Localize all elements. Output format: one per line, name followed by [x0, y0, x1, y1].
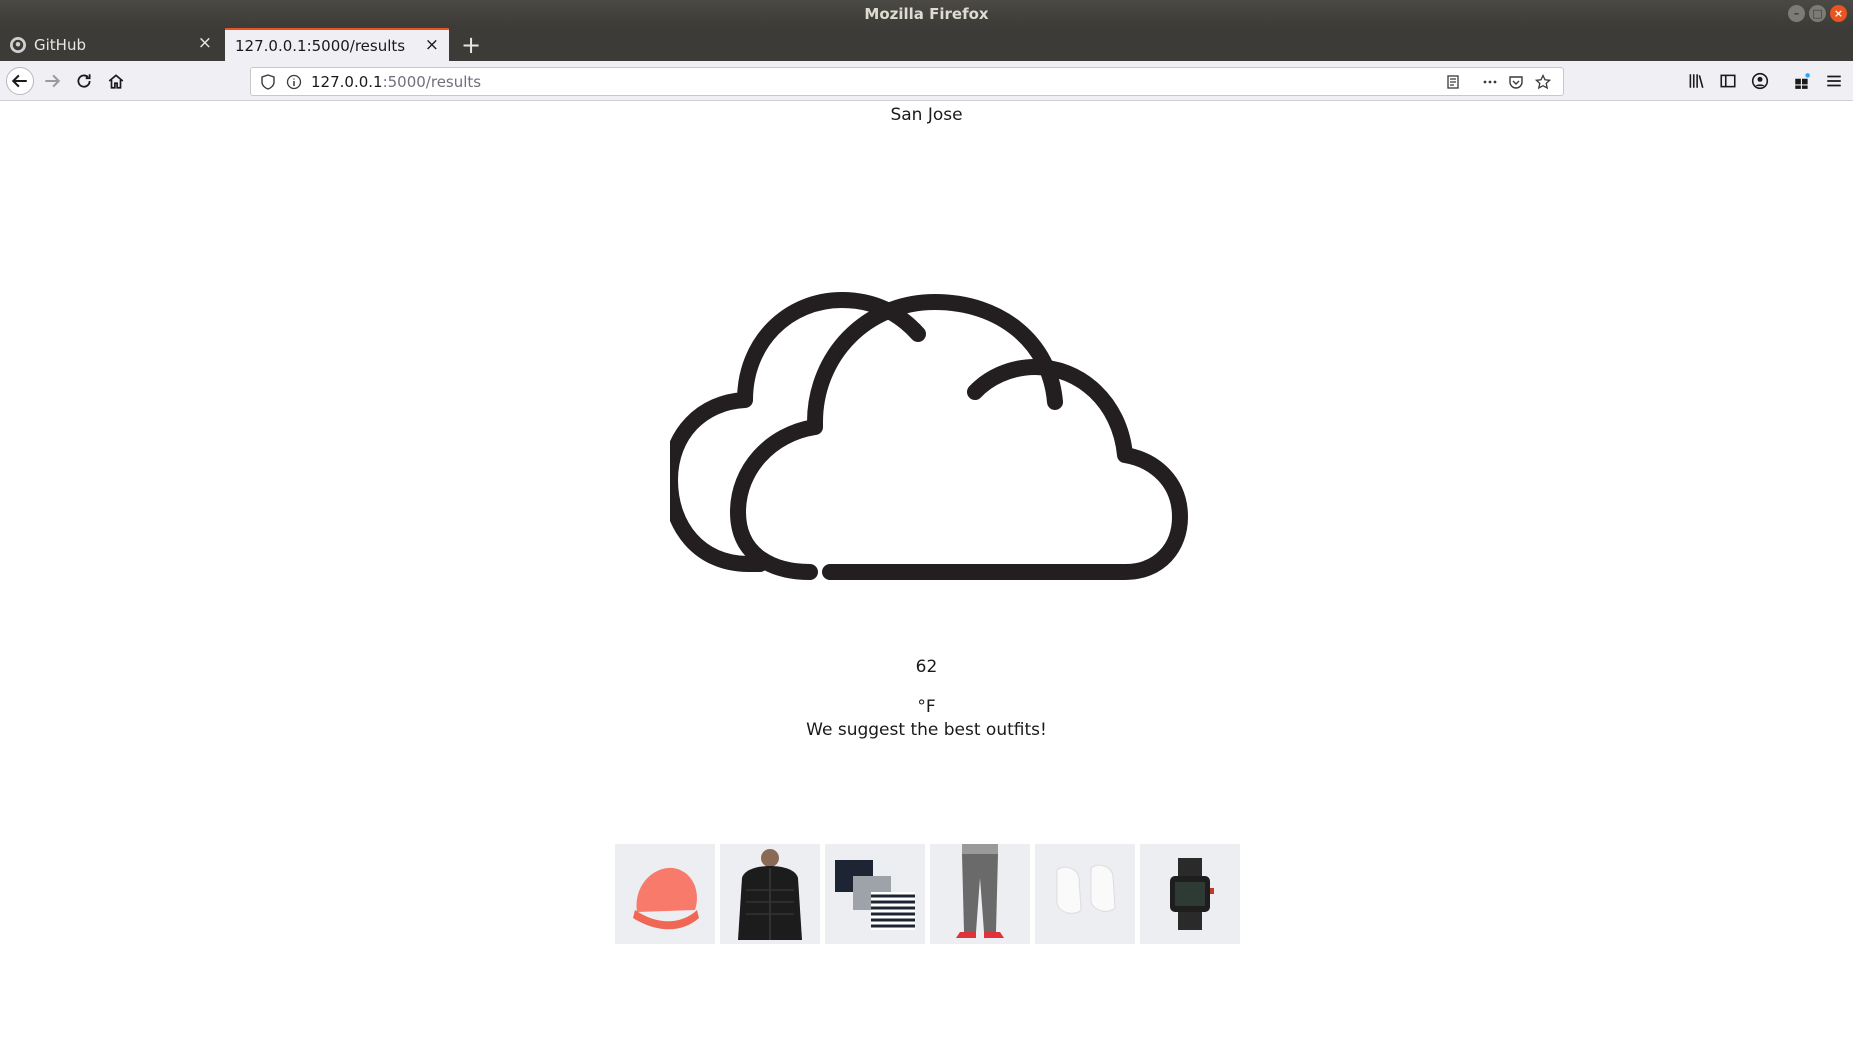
extensions-icon	[1795, 73, 1810, 89]
library-icon	[1689, 74, 1704, 88]
arrow-right-icon	[45, 74, 61, 88]
cloudy-icon	[670, 292, 1188, 580]
close-window-button[interactable]: ×	[1830, 5, 1847, 22]
outfit-sneakers[interactable]	[1035, 844, 1135, 944]
home-icon	[108, 74, 124, 89]
outfit-jacket[interactable]	[720, 844, 820, 944]
window-controls: – □ ×	[1788, 5, 1847, 22]
tshirt-stack-icon	[835, 860, 915, 930]
url-text[interactable]: 127.0.0.1:5000/results	[311, 73, 481, 91]
tab-github[interactable]: GitHub ×	[0, 28, 222, 61]
window-titlebar: Mozilla Firefox – □ ×	[0, 0, 1853, 28]
bookmark-star-icon[interactable]	[1534, 73, 1552, 91]
account-icon	[1751, 72, 1769, 90]
sidebar-icon	[1720, 74, 1736, 88]
new-tab-button[interactable]: +	[456, 28, 486, 61]
reader-view-icon[interactable]	[1444, 73, 1462, 91]
window-title: Mozilla Firefox	[864, 5, 989, 23]
outfit-tshirts[interactable]	[825, 844, 925, 944]
reload-icon	[77, 74, 91, 88]
sidebar-button[interactable]	[1714, 67, 1742, 95]
extensions-button[interactable]	[1788, 67, 1816, 95]
hamburger-menu-icon	[1827, 75, 1841, 87]
tab-label: GitHub	[34, 35, 86, 54]
outfit-list	[615, 844, 1240, 944]
tab-strip: GitHub × 127.0.0.1:5000/results × +	[0, 28, 1853, 61]
url-bar[interactable]: 127.0.0.1:5000/results	[250, 67, 1564, 96]
watch-icon	[1170, 858, 1214, 930]
close-tab-icon[interactable]: ×	[198, 35, 212, 52]
minimize-button[interactable]: –	[1788, 5, 1805, 22]
more-actions-icon[interactable]	[1481, 73, 1499, 91]
shield-icon[interactable]	[259, 73, 277, 91]
navigation-toolbar: 127.0.0.1:5000/results	[0, 61, 1853, 101]
pants-icon	[956, 844, 1004, 938]
github-icon	[10, 36, 26, 53]
outfit-beanie[interactable]	[615, 844, 715, 944]
info-icon[interactable]	[285, 73, 303, 91]
library-button[interactable]	[1682, 67, 1710, 95]
home-button[interactable]	[102, 67, 130, 95]
forward-button[interactable]	[38, 67, 66, 95]
url-host: 127.0.0.1	[311, 73, 383, 91]
suggestion-text: We suggest the best outfits!	[806, 720, 1047, 740]
close-tab-icon[interactable]: ×	[425, 37, 439, 54]
back-button[interactable]	[6, 67, 34, 95]
temperature-value: 62	[915, 657, 938, 677]
tab-label: 127.0.0.1:5000/results	[235, 36, 406, 55]
maximize-button[interactable]: □	[1809, 5, 1826, 22]
pocket-icon[interactable]	[1507, 73, 1525, 91]
jacket-icon	[738, 849, 802, 940]
beanie-icon	[633, 867, 699, 930]
tab-results[interactable]: 127.0.0.1:5000/results ×	[225, 28, 449, 61]
sneakers-icon	[1056, 864, 1116, 914]
reload-button[interactable]	[70, 67, 98, 95]
account-button[interactable]	[1746, 67, 1774, 95]
temperature-unit: °F	[917, 697, 936, 717]
city-name: San Jose	[890, 105, 963, 125]
outfit-watch[interactable]	[1140, 844, 1240, 944]
menu-button[interactable]	[1820, 67, 1848, 95]
arrow-left-icon	[11, 74, 27, 88]
url-path: :5000/results	[382, 73, 482, 91]
outfit-pants[interactable]	[930, 844, 1030, 944]
page-content: San Jose 62 °F We suggest the best outfi…	[0, 102, 1853, 1053]
